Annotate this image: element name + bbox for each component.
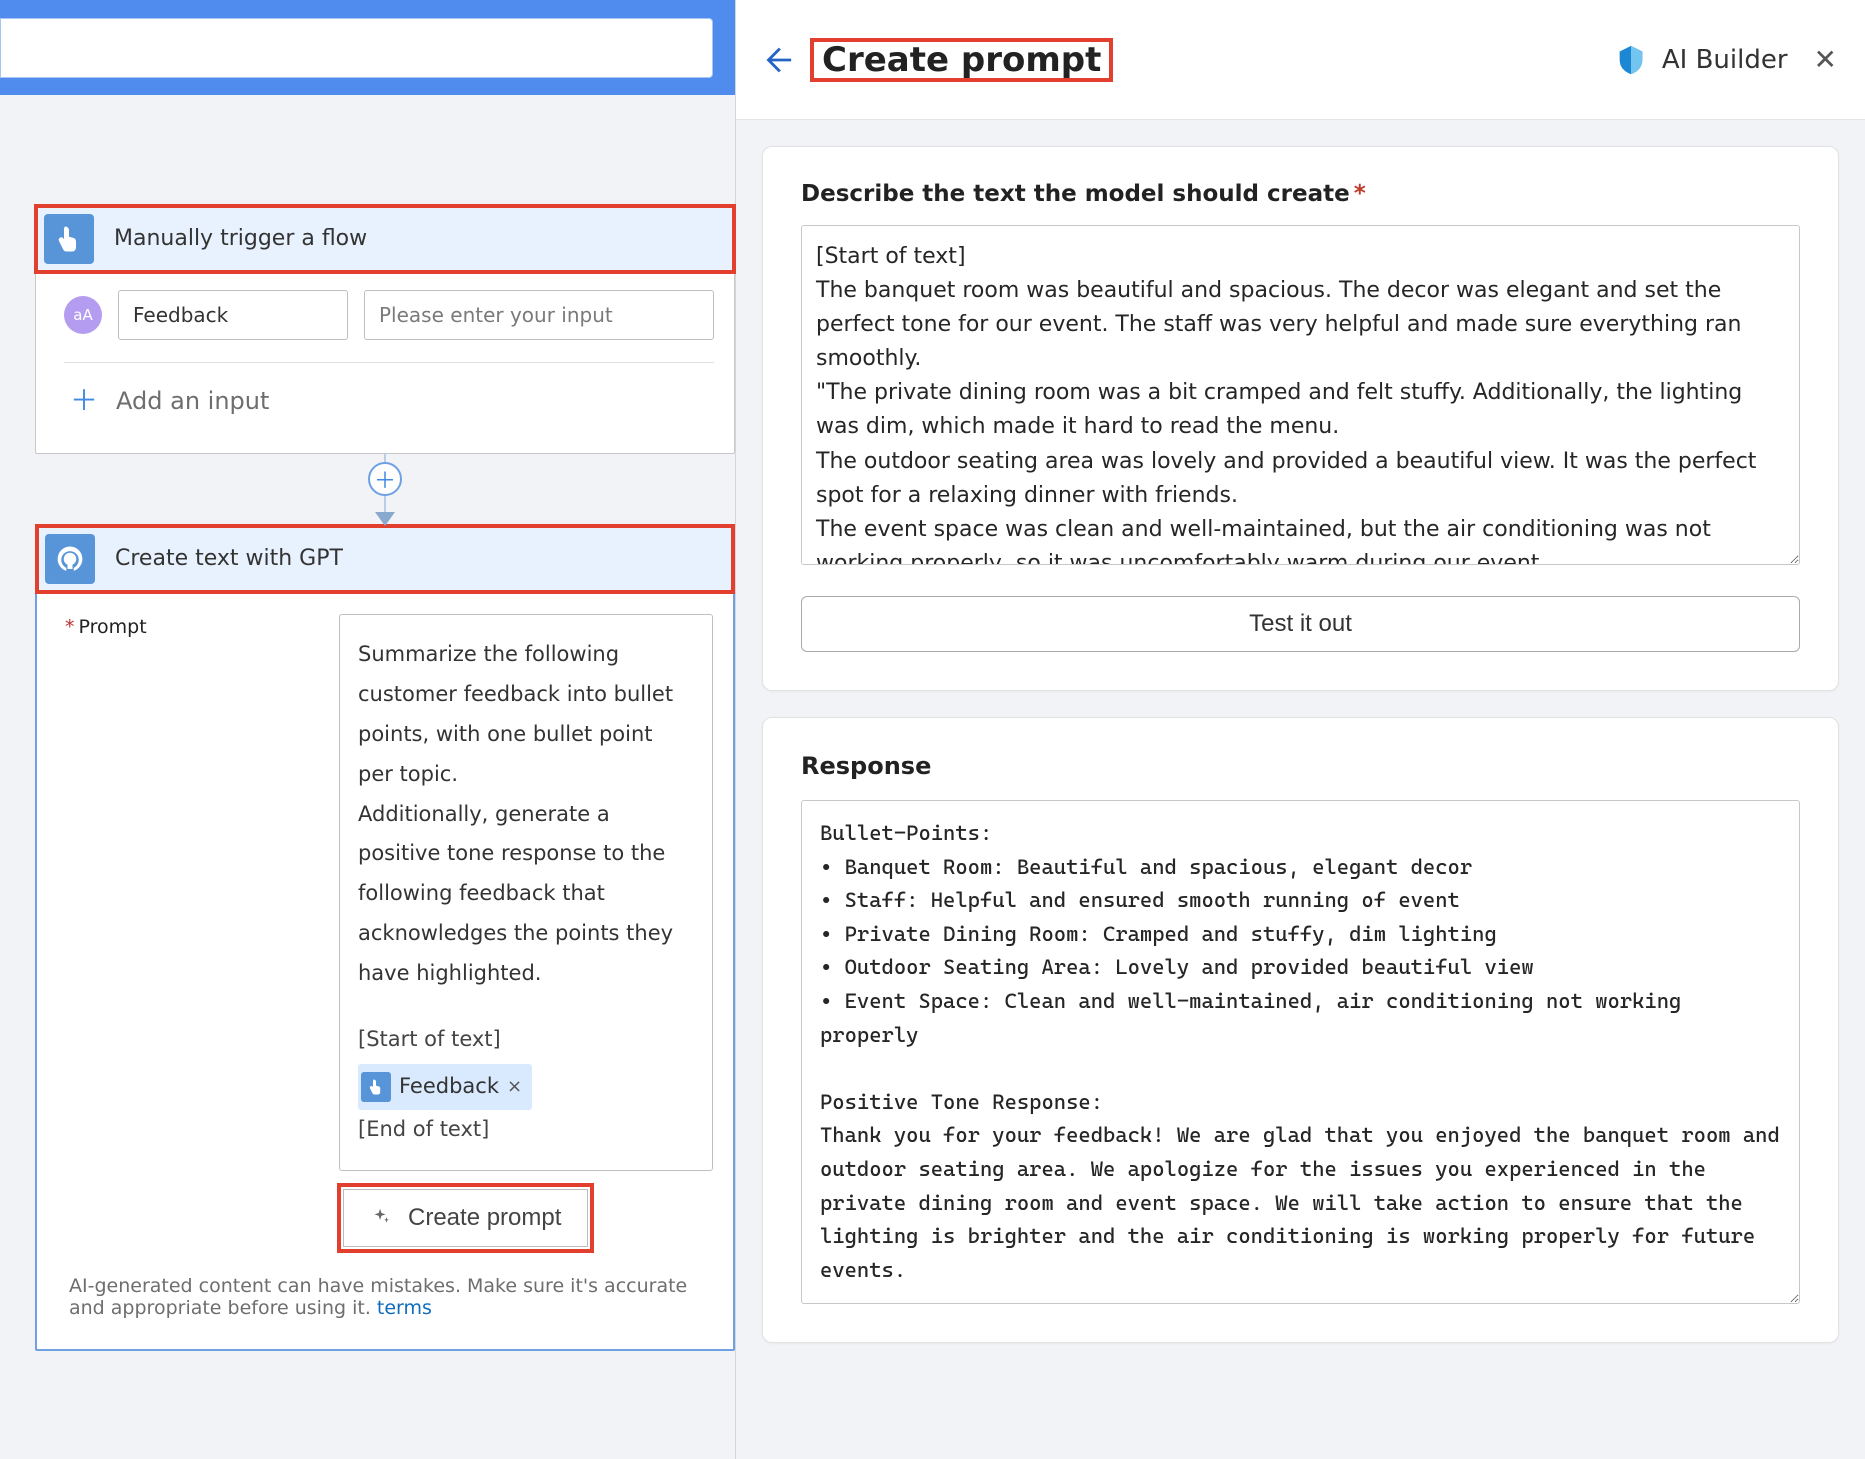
- panel-header: Create prompt AI Builder ✕: [736, 0, 1865, 120]
- flow-area: Manually trigger a flow aA Feedback Plea…: [0, 95, 735, 1391]
- gpt-icon: [45, 534, 95, 584]
- response-output[interactable]: Bullet-Points: • Banquet Room: Beautiful…: [801, 800, 1800, 1304]
- param-name-value: Feedback: [133, 303, 228, 327]
- describe-textarea[interactable]: [801, 225, 1800, 565]
- add-step-button[interactable]: ＋: [368, 462, 402, 496]
- plus-icon: ＋: [70, 387, 98, 415]
- trigger-card: Manually trigger a flow aA Feedback Plea…: [35, 205, 735, 454]
- terms-link[interactable]: terms: [377, 1297, 432, 1319]
- command-search-input[interactable]: [0, 18, 713, 78]
- text-type-icon: aA: [64, 296, 102, 334]
- back-arrow-icon[interactable]: [760, 43, 794, 77]
- close-icon[interactable]: ✕: [1814, 43, 1837, 76]
- required-star: *: [65, 616, 75, 638]
- describe-label: Describe the text the model should creat…: [801, 181, 1800, 207]
- ai-disclaimer: AI-generated content can have mistakes. …: [65, 1251, 713, 1329]
- gpt-card: Create text with GPT *Prompt Summarize t…: [35, 524, 735, 1351]
- touch-icon: [361, 1072, 391, 1102]
- dynamic-token-feedback[interactable]: Feedback ×: [358, 1064, 532, 1110]
- ai-builder-icon: [1614, 43, 1648, 77]
- prompt-textarea[interactable]: Summarize the following customer feedbac…: [339, 614, 713, 1171]
- brand-label: AI Builder: [1662, 45, 1788, 75]
- flow-canvas: Manually trigger a flow aA Feedback Plea…: [0, 0, 735, 1459]
- response-card: Response Bullet-Points: • Banquet Room: …: [762, 717, 1839, 1343]
- prompt-field-label: *Prompt: [65, 614, 315, 1171]
- add-input-label: Add an input: [116, 387, 269, 415]
- remove-token-icon[interactable]: ×: [507, 1070, 522, 1104]
- trigger-param-row: aA Feedback Please enter your input: [64, 286, 714, 356]
- connector: ＋: [35, 454, 735, 524]
- token-label: Feedback: [399, 1067, 499, 1107]
- panel-brand: AI Builder ✕: [1614, 43, 1837, 77]
- gpt-title: Create text with GPT: [115, 546, 343, 571]
- test-button-label: Test it out: [1249, 610, 1352, 637]
- touch-icon: [44, 214, 94, 264]
- start-tag: [Start of text]: [358, 1020, 694, 1060]
- trigger-title: Manually trigger a flow: [114, 226, 367, 251]
- command-bar: [0, 0, 735, 95]
- ai-builder-panel: Create prompt AI Builder ✕ Describe the …: [735, 0, 1865, 1459]
- param-value-placeholder: Please enter your input: [379, 303, 613, 327]
- trigger-header[interactable]: Manually trigger a flow: [36, 206, 734, 272]
- param-name-input[interactable]: Feedback: [118, 290, 348, 340]
- param-value-input[interactable]: Please enter your input: [364, 290, 714, 340]
- divider: [64, 362, 714, 363]
- panel-title: Create prompt: [812, 40, 1111, 84]
- describe-card: Describe the text the model should creat…: [762, 146, 1839, 691]
- prompt-text: Summarize the following customer feedbac…: [358, 635, 694, 994]
- test-button[interactable]: Test it out: [801, 596, 1800, 652]
- gpt-header[interactable]: Create text with GPT: [37, 526, 733, 592]
- response-label: Response: [801, 752, 1800, 780]
- panel-body: Describe the text the model should creat…: [736, 120, 1865, 1459]
- sparkle-icon: [370, 1207, 392, 1229]
- arrow-down-icon: [375, 512, 395, 526]
- create-prompt-label: Create prompt: [408, 1204, 561, 1232]
- end-tag: [End of text]: [358, 1110, 694, 1150]
- create-prompt-button[interactable]: Create prompt: [343, 1189, 588, 1247]
- add-input-button[interactable]: ＋ Add an input: [64, 377, 714, 433]
